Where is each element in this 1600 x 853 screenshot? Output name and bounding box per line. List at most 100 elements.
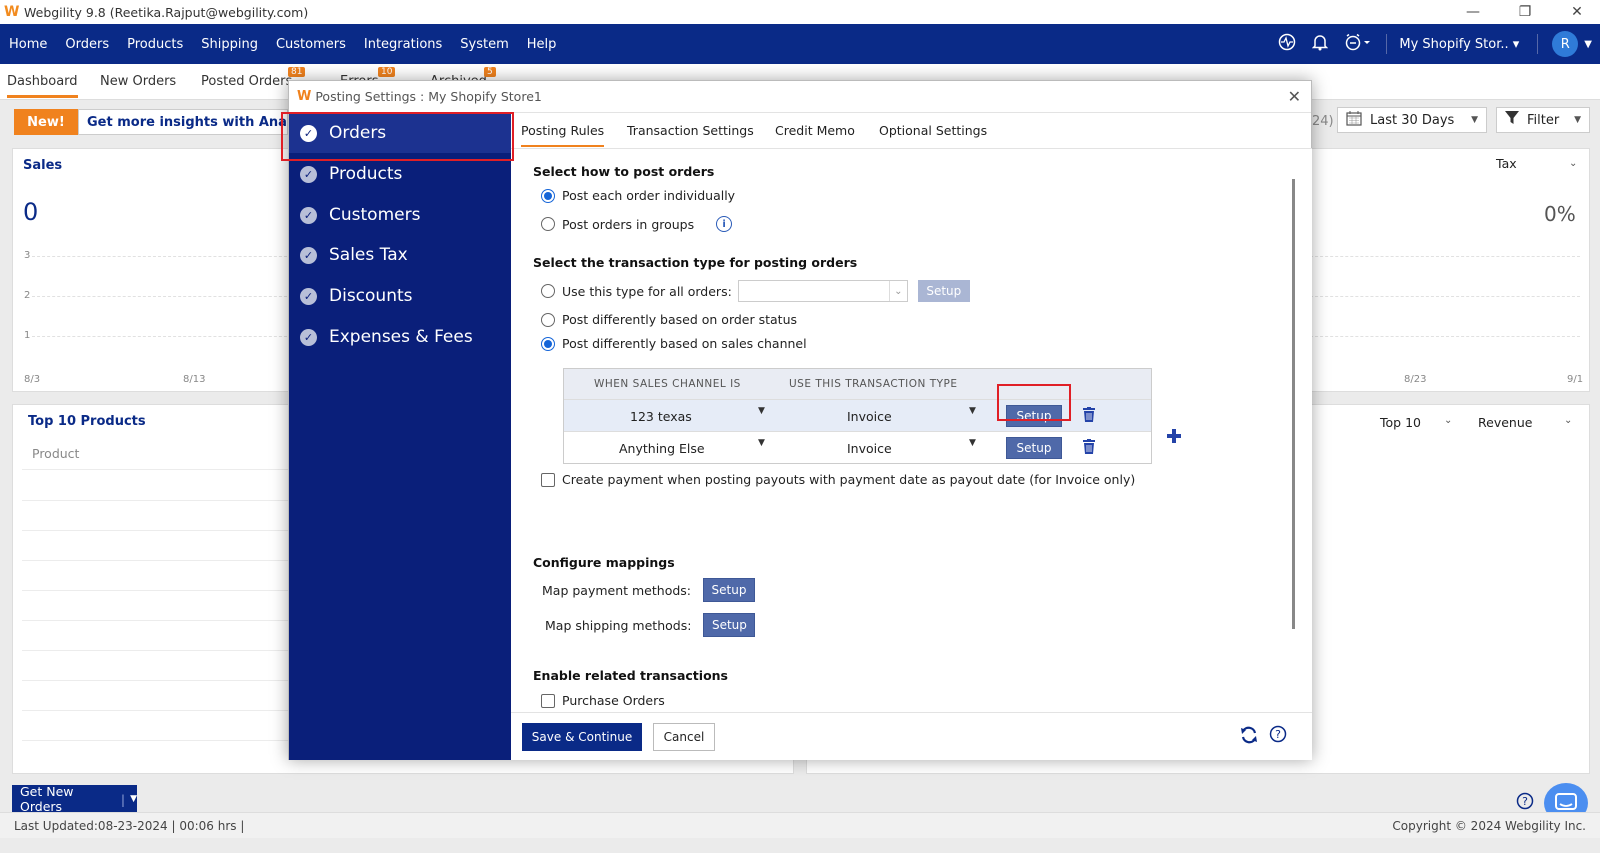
tab-posted-orders[interactable]: Posted Orders 81: [201, 67, 306, 89]
sidebar-item-label: Discounts: [329, 286, 413, 306]
store-selector[interactable]: My Shopify Stor.. ▾: [1399, 37, 1519, 52]
transaction-type-select[interactable]: ⌄: [737, 280, 908, 302]
section-mappings-title: Configure mappings: [533, 555, 675, 570]
map-payment-setup-button[interactable]: Setup: [703, 578, 756, 602]
help-icon[interactable]: ?: [1269, 725, 1287, 747]
radio-post-individually[interactable]: Post each order individually: [541, 188, 735, 203]
errors-count-badge: 10: [378, 67, 396, 77]
nav-home[interactable]: Home: [9, 37, 47, 52]
chevron-down-icon[interactable]: ▼: [130, 794, 137, 804]
radio-post-in-groups[interactable]: Post orders in groups i: [541, 216, 733, 232]
avatar[interactable]: R: [1552, 31, 1579, 57]
tab-optional-settings[interactable]: Optional Settings: [879, 123, 987, 138]
list-divider: [22, 560, 292, 561]
last-updated: Last Updated:08-23-2024 | 00:06 hrs |: [14, 819, 245, 833]
chevron-down-icon[interactable]: ▼: [969, 406, 976, 416]
save-continue-button[interactable]: Save & Continue: [522, 723, 642, 751]
x-tick: 8/23: [1404, 374, 1427, 385]
add-row-icon[interactable]: [1166, 428, 1182, 448]
alarm-clock-icon[interactable]: [1344, 33, 1372, 55]
archived-count-badge: 5: [484, 67, 496, 77]
cancel-button[interactable]: Cancel: [653, 723, 715, 751]
promo-message[interactable]: Get more insights with Analytics: [78, 109, 288, 135]
trash-icon[interactable]: [1083, 407, 1095, 423]
webgility-logo-icon: W: [297, 89, 312, 104]
nav-orders[interactable]: Orders: [65, 37, 109, 52]
nav-integrations[interactable]: Integrations: [364, 37, 442, 52]
chevron-down-icon[interactable]: ▼: [758, 438, 765, 448]
refresh-icon[interactable]: [1239, 725, 1259, 749]
bell-icon[interactable]: [1312, 33, 1329, 55]
activity-icon[interactable]: [1278, 33, 1296, 55]
tab-new-orders[interactable]: New Orders: [100, 74, 176, 89]
radio-post-by-channel[interactable]: Post differently based on sales channel: [541, 336, 807, 351]
tax-label[interactable]: Tax: [1496, 156, 1517, 171]
chevron-down-icon[interactable]: ⌄: [1569, 158, 1577, 169]
column-header: USE THIS TRANSACTION TYPE: [789, 378, 958, 390]
promo-banner[interactable]: New! Get more insights with Analytics: [14, 109, 288, 135]
checkbox-payout-payment[interactable]: Create payment when posting payouts with…: [541, 472, 1135, 487]
tab-posted-orders-label: Posted Orders: [201, 74, 293, 89]
help-icon[interactable]: ?: [1516, 792, 1534, 814]
chevron-down-icon[interactable]: ⌄: [1564, 415, 1572, 426]
map-shipping-setup-button[interactable]: Setup: [703, 613, 756, 637]
sidebar-item-discounts[interactable]: ✓ Discounts: [289, 276, 511, 316]
nav-help[interactable]: Help: [527, 37, 557, 52]
tab-transaction-settings[interactable]: Transaction Settings: [627, 123, 754, 138]
close-icon[interactable]: ✕: [1288, 87, 1301, 106]
trash-icon[interactable]: [1083, 439, 1095, 455]
tab-credit-memo[interactable]: Credit Memo: [775, 123, 855, 138]
map-shipping-label: Map shipping methods:: [545, 617, 692, 633]
chevron-down-icon[interactable]: ▼: [758, 406, 765, 416]
radio-use-type-all-orders[interactable]: Use this type for all orders: ⌄ Setup: [541, 280, 970, 302]
close-window-button[interactable]: ✕: [1554, 0, 1600, 24]
list-divider: [22, 620, 292, 621]
minimize-button[interactable]: —: [1450, 0, 1496, 24]
section-related-title: Enable related transactions: [533, 668, 728, 683]
posting-settings-dialog: W Posting Settings : My Shopify Store1 ✕…: [288, 80, 1312, 760]
sidebar-item-expenses-fees[interactable]: ✓ Expenses & Fees: [289, 317, 511, 357]
nav-system[interactable]: System: [460, 37, 508, 52]
tab-dashboard[interactable]: Dashboard: [7, 74, 78, 98]
section-transaction-type-title: Select the transaction type for posting …: [533, 255, 858, 270]
x-tick: 8/3: [24, 374, 41, 385]
product-column-header: Product: [32, 446, 80, 461]
table-row: Anything Else ▼ Invoice ▼ Setup: [564, 431, 1151, 463]
radio-label: Use this type for all orders:: [562, 283, 732, 299]
setup-row-button[interactable]: Setup: [1006, 437, 1062, 459]
chevron-down-icon[interactable]: ▼: [969, 438, 976, 448]
sidebar-item-sales-tax[interactable]: ✓ Sales Tax: [289, 235, 511, 275]
webgility-logo-icon: W: [4, 4, 20, 20]
check-circle-icon: ✓: [300, 287, 317, 305]
transaction-type-select[interactable]: Invoice: [847, 441, 892, 456]
dialog-header: W Posting Settings : My Shopify Store1 ✕: [289, 81, 1311, 113]
avatar-dropdown-icon[interactable]: ▼: [1584, 39, 1592, 50]
info-icon[interactable]: i: [716, 216, 733, 232]
svg-text:?: ?: [1275, 728, 1281, 741]
nav-shipping[interactable]: Shipping: [201, 37, 258, 52]
sidebar-item-label: Expenses & Fees: [329, 327, 473, 347]
tab-posting-rules[interactable]: Posting Rules: [521, 123, 605, 147]
radio-label: Post orders in groups: [562, 216, 695, 232]
radio-post-by-status[interactable]: Post differently based on order status: [541, 312, 797, 327]
date-range-value: Last 30 Days: [1370, 112, 1455, 128]
revenue-select[interactable]: Revenue: [1478, 415, 1532, 430]
nav-products[interactable]: Products: [127, 37, 183, 52]
nav-customers[interactable]: Customers: [276, 37, 346, 52]
chevron-down-icon[interactable]: ⌄: [1444, 415, 1452, 426]
checkbox-purchase-orders[interactable]: Purchase Orders: [541, 693, 665, 708]
sidebar-item-customers[interactable]: ✓ Customers: [289, 195, 511, 235]
restore-button[interactable]: ❐: [1502, 0, 1548, 24]
sales-channel-select[interactable]: Anything Else: [619, 441, 705, 456]
y-tick: 3: [24, 250, 31, 261]
setup-all-orders-button[interactable]: Setup: [917, 280, 970, 302]
filter-button[interactable]: Filter ▼: [1496, 107, 1590, 133]
window-title: Webgility 9.8 (Reetika.Rajput@webgility.…: [24, 4, 309, 20]
get-new-orders-button[interactable]: Get New Orders | ▼: [12, 784, 137, 814]
top-count-select[interactable]: Top 10: [1380, 415, 1421, 430]
date-range-select[interactable]: Last 30 Days ▼: [1337, 107, 1487, 133]
sales-channel-select[interactable]: 123 texas: [630, 409, 692, 424]
transaction-type-select[interactable]: Invoice: [847, 409, 892, 424]
nav-divider: [1537, 34, 1539, 54]
scrollbar[interactable]: [1292, 179, 1295, 629]
